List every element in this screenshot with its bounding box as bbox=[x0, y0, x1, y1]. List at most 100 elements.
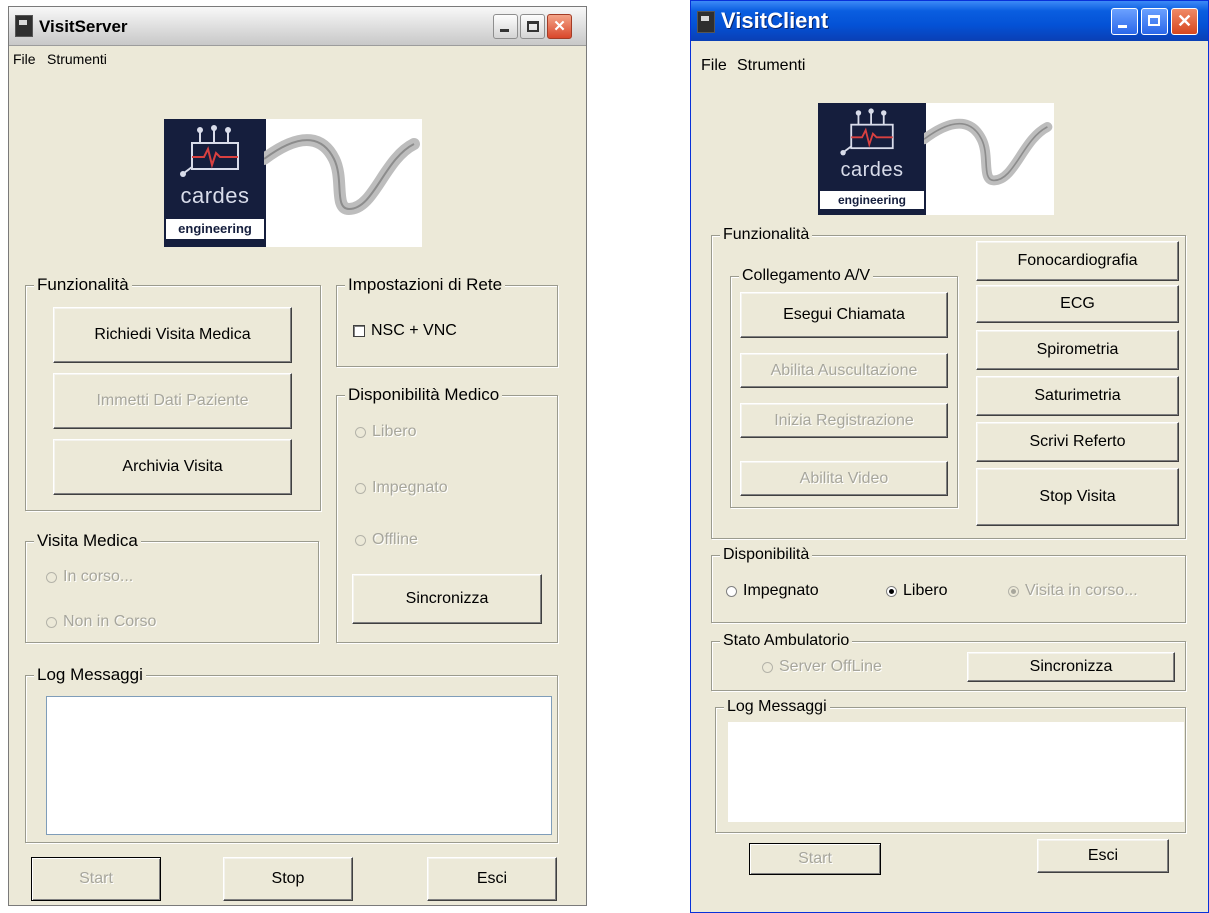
start-button[interactable]: Start bbox=[749, 843, 881, 875]
radio-label: Libero bbox=[372, 423, 417, 440]
title-bar[interactable]: VisitServer ✕ bbox=[9, 7, 586, 46]
title-bar[interactable]: VisitClient ✕ bbox=[691, 1, 1208, 41]
maximize-button[interactable] bbox=[1141, 8, 1168, 35]
group-title: Impostazioni di Rete bbox=[345, 276, 506, 294]
radio-in-corso[interactable]: In corso... bbox=[46, 568, 133, 586]
sincronizza-button[interactable]: Sincronizza bbox=[967, 652, 1175, 682]
radio-visita-in-corso[interactable]: Visita in corso... bbox=[1008, 582, 1138, 600]
radio-impegnato[interactable]: Impegnato bbox=[726, 582, 819, 600]
radio-impegnato[interactable]: Impegnato bbox=[355, 479, 448, 497]
checkbox-box[interactable] bbox=[353, 325, 365, 337]
stop-visita-button[interactable]: Stop Visita bbox=[976, 468, 1179, 526]
logo-badge: cardes engineering bbox=[164, 119, 266, 247]
group-title: Log Messaggi bbox=[724, 698, 830, 716]
window-title: VisitServer bbox=[39, 17, 128, 36]
radio-dot[interactable] bbox=[355, 426, 366, 438]
disponibilita-medico-group: Disponibilità Medico Libero Impegnato Of… bbox=[336, 386, 558, 643]
minimize-button[interactable] bbox=[493, 14, 518, 39]
menu-file[interactable]: File bbox=[13, 51, 36, 67]
logo-wordmark: cardes bbox=[840, 159, 904, 181]
abilita-video-button[interactable]: Abilita Video bbox=[740, 461, 948, 496]
radio-server-offline[interactable]: Server OffLine bbox=[762, 658, 882, 676]
app-icon bbox=[15, 15, 33, 37]
esci-button[interactable]: Esci bbox=[427, 857, 557, 901]
ecg-button[interactable]: ECG bbox=[976, 285, 1179, 323]
radio-label: Visita in corso... bbox=[1025, 582, 1138, 599]
logo-swoosh-icon bbox=[924, 118, 1053, 186]
group-title: Disponibilità Medico bbox=[345, 386, 503, 404]
circuit-heart-icon bbox=[180, 125, 239, 177]
radio-libero[interactable]: Libero bbox=[355, 423, 416, 441]
logo-subtitle: engineering bbox=[166, 219, 264, 239]
logo-subtitle: engineering bbox=[820, 191, 924, 209]
scrivi-referto-button[interactable]: Scrivi Referto bbox=[976, 422, 1179, 462]
log-text-area[interactable] bbox=[728, 722, 1184, 822]
logo-wordmark: cardes bbox=[180, 183, 250, 208]
radio-libero[interactable]: Libero bbox=[886, 582, 947, 600]
group-title: Stato Ambulatorio bbox=[720, 632, 853, 650]
maximize-icon bbox=[521, 15, 544, 38]
immetti-dati-button[interactable]: Immetti Dati Paziente bbox=[53, 373, 292, 429]
group-title: Log Messaggi bbox=[34, 666, 146, 684]
group-title: Funzionalità bbox=[34, 276, 132, 294]
log-messaggi-group: Log Messaggi bbox=[25, 666, 558, 843]
nsc-vnc-checkbox[interactable]: NSC + VNC bbox=[353, 322, 457, 340]
group-title: Funzionalità bbox=[720, 226, 813, 244]
radio-label: Impegnato bbox=[372, 479, 448, 496]
visit-server-window: VisitServer ✕ File Strumenti cardes engi… bbox=[8, 6, 587, 906]
radio-dot[interactable] bbox=[886, 585, 897, 597]
maximize-button[interactable] bbox=[520, 14, 545, 39]
spirometria-button[interactable]: Spirometria bbox=[976, 330, 1179, 370]
close-button[interactable]: ✕ bbox=[1171, 8, 1198, 35]
menu-file[interactable]: File bbox=[701, 57, 727, 75]
sincronizza-button[interactable]: Sincronizza bbox=[352, 574, 542, 624]
funzionalita-group: Funzionalità Richiedi Visita Medica Imme… bbox=[25, 276, 321, 511]
visit-client-window: VisitClient ✕ File Strumenti cardes engi… bbox=[690, 0, 1209, 913]
radio-dot[interactable] bbox=[46, 571, 57, 583]
checkbox-label: NSC + VNC bbox=[371, 322, 457, 339]
logo-swoosh-icon bbox=[264, 134, 420, 216]
esci-button[interactable]: Esci bbox=[1037, 839, 1169, 873]
impostazioni-rete-group: Impostazioni di Rete NSC + VNC bbox=[336, 276, 558, 367]
group-title: Visita Medica bbox=[34, 532, 141, 550]
radio-non-in-corso[interactable]: Non in Corso bbox=[46, 613, 156, 631]
disponibilita-group: Disponibilità Impegnato Libero Visita in… bbox=[711, 546, 1186, 623]
richiedi-visita-button[interactable]: Richiedi Visita Medica bbox=[53, 307, 292, 363]
saturimetria-button[interactable]: Saturimetria bbox=[976, 376, 1179, 416]
radio-label: In corso... bbox=[63, 568, 134, 585]
minimize-button[interactable] bbox=[1111, 8, 1138, 35]
group-title: Disponibilità bbox=[720, 546, 813, 564]
radio-dot[interactable] bbox=[726, 585, 737, 597]
radio-label: Offline bbox=[372, 531, 418, 548]
menu-strumenti[interactable]: Strumenti bbox=[737, 57, 805, 75]
archivia-visita-button[interactable]: Archivia Visita bbox=[53, 439, 292, 495]
inizia-registrazione-button[interactable]: Inizia Registrazione bbox=[740, 403, 948, 438]
abilita-auscultazione-button[interactable]: Abilita Auscultazione bbox=[740, 353, 948, 388]
radio-offline[interactable]: Offline bbox=[355, 531, 418, 549]
start-button[interactable]: Start bbox=[31, 857, 161, 901]
menu-strumenti[interactable]: Strumenti bbox=[47, 51, 107, 67]
collegamento-av-group: Collegamento A/V Esegui Chiamata Abilita… bbox=[730, 267, 958, 508]
esegui-chiamata-button[interactable]: Esegui Chiamata bbox=[740, 292, 948, 338]
radio-dot[interactable] bbox=[1008, 585, 1019, 597]
circuit-heart-icon bbox=[840, 108, 894, 156]
radio-dot[interactable] bbox=[355, 534, 366, 546]
window-title: VisitClient bbox=[721, 8, 829, 33]
group-title: Collegamento A/V bbox=[739, 267, 874, 285]
radio-dot[interactable] bbox=[46, 616, 57, 628]
cardes-logo: cardes engineering bbox=[818, 103, 1054, 215]
close-button[interactable]: ✕ bbox=[547, 14, 572, 39]
radio-label: Libero bbox=[903, 582, 948, 599]
logo-badge: cardes engineering bbox=[818, 103, 926, 215]
visita-medica-group: Visita Medica In corso... Non in Corso bbox=[25, 532, 319, 643]
menu-bar: File Strumenti bbox=[9, 47, 586, 71]
fonocardiografia-button[interactable]: Fonocardiografia bbox=[976, 241, 1179, 281]
radio-dot[interactable] bbox=[762, 661, 773, 673]
stop-button[interactable]: Stop bbox=[223, 857, 353, 901]
funzionalita-group: Funzionalità Collegamento A/V Esegui Chi… bbox=[711, 226, 1186, 539]
close-icon: ✕ bbox=[1176, 11, 1193, 31]
log-text-area[interactable] bbox=[46, 696, 552, 835]
minimize-icon bbox=[1112, 9, 1137, 34]
maximize-icon bbox=[1142, 9, 1167, 34]
radio-dot[interactable] bbox=[355, 482, 366, 494]
